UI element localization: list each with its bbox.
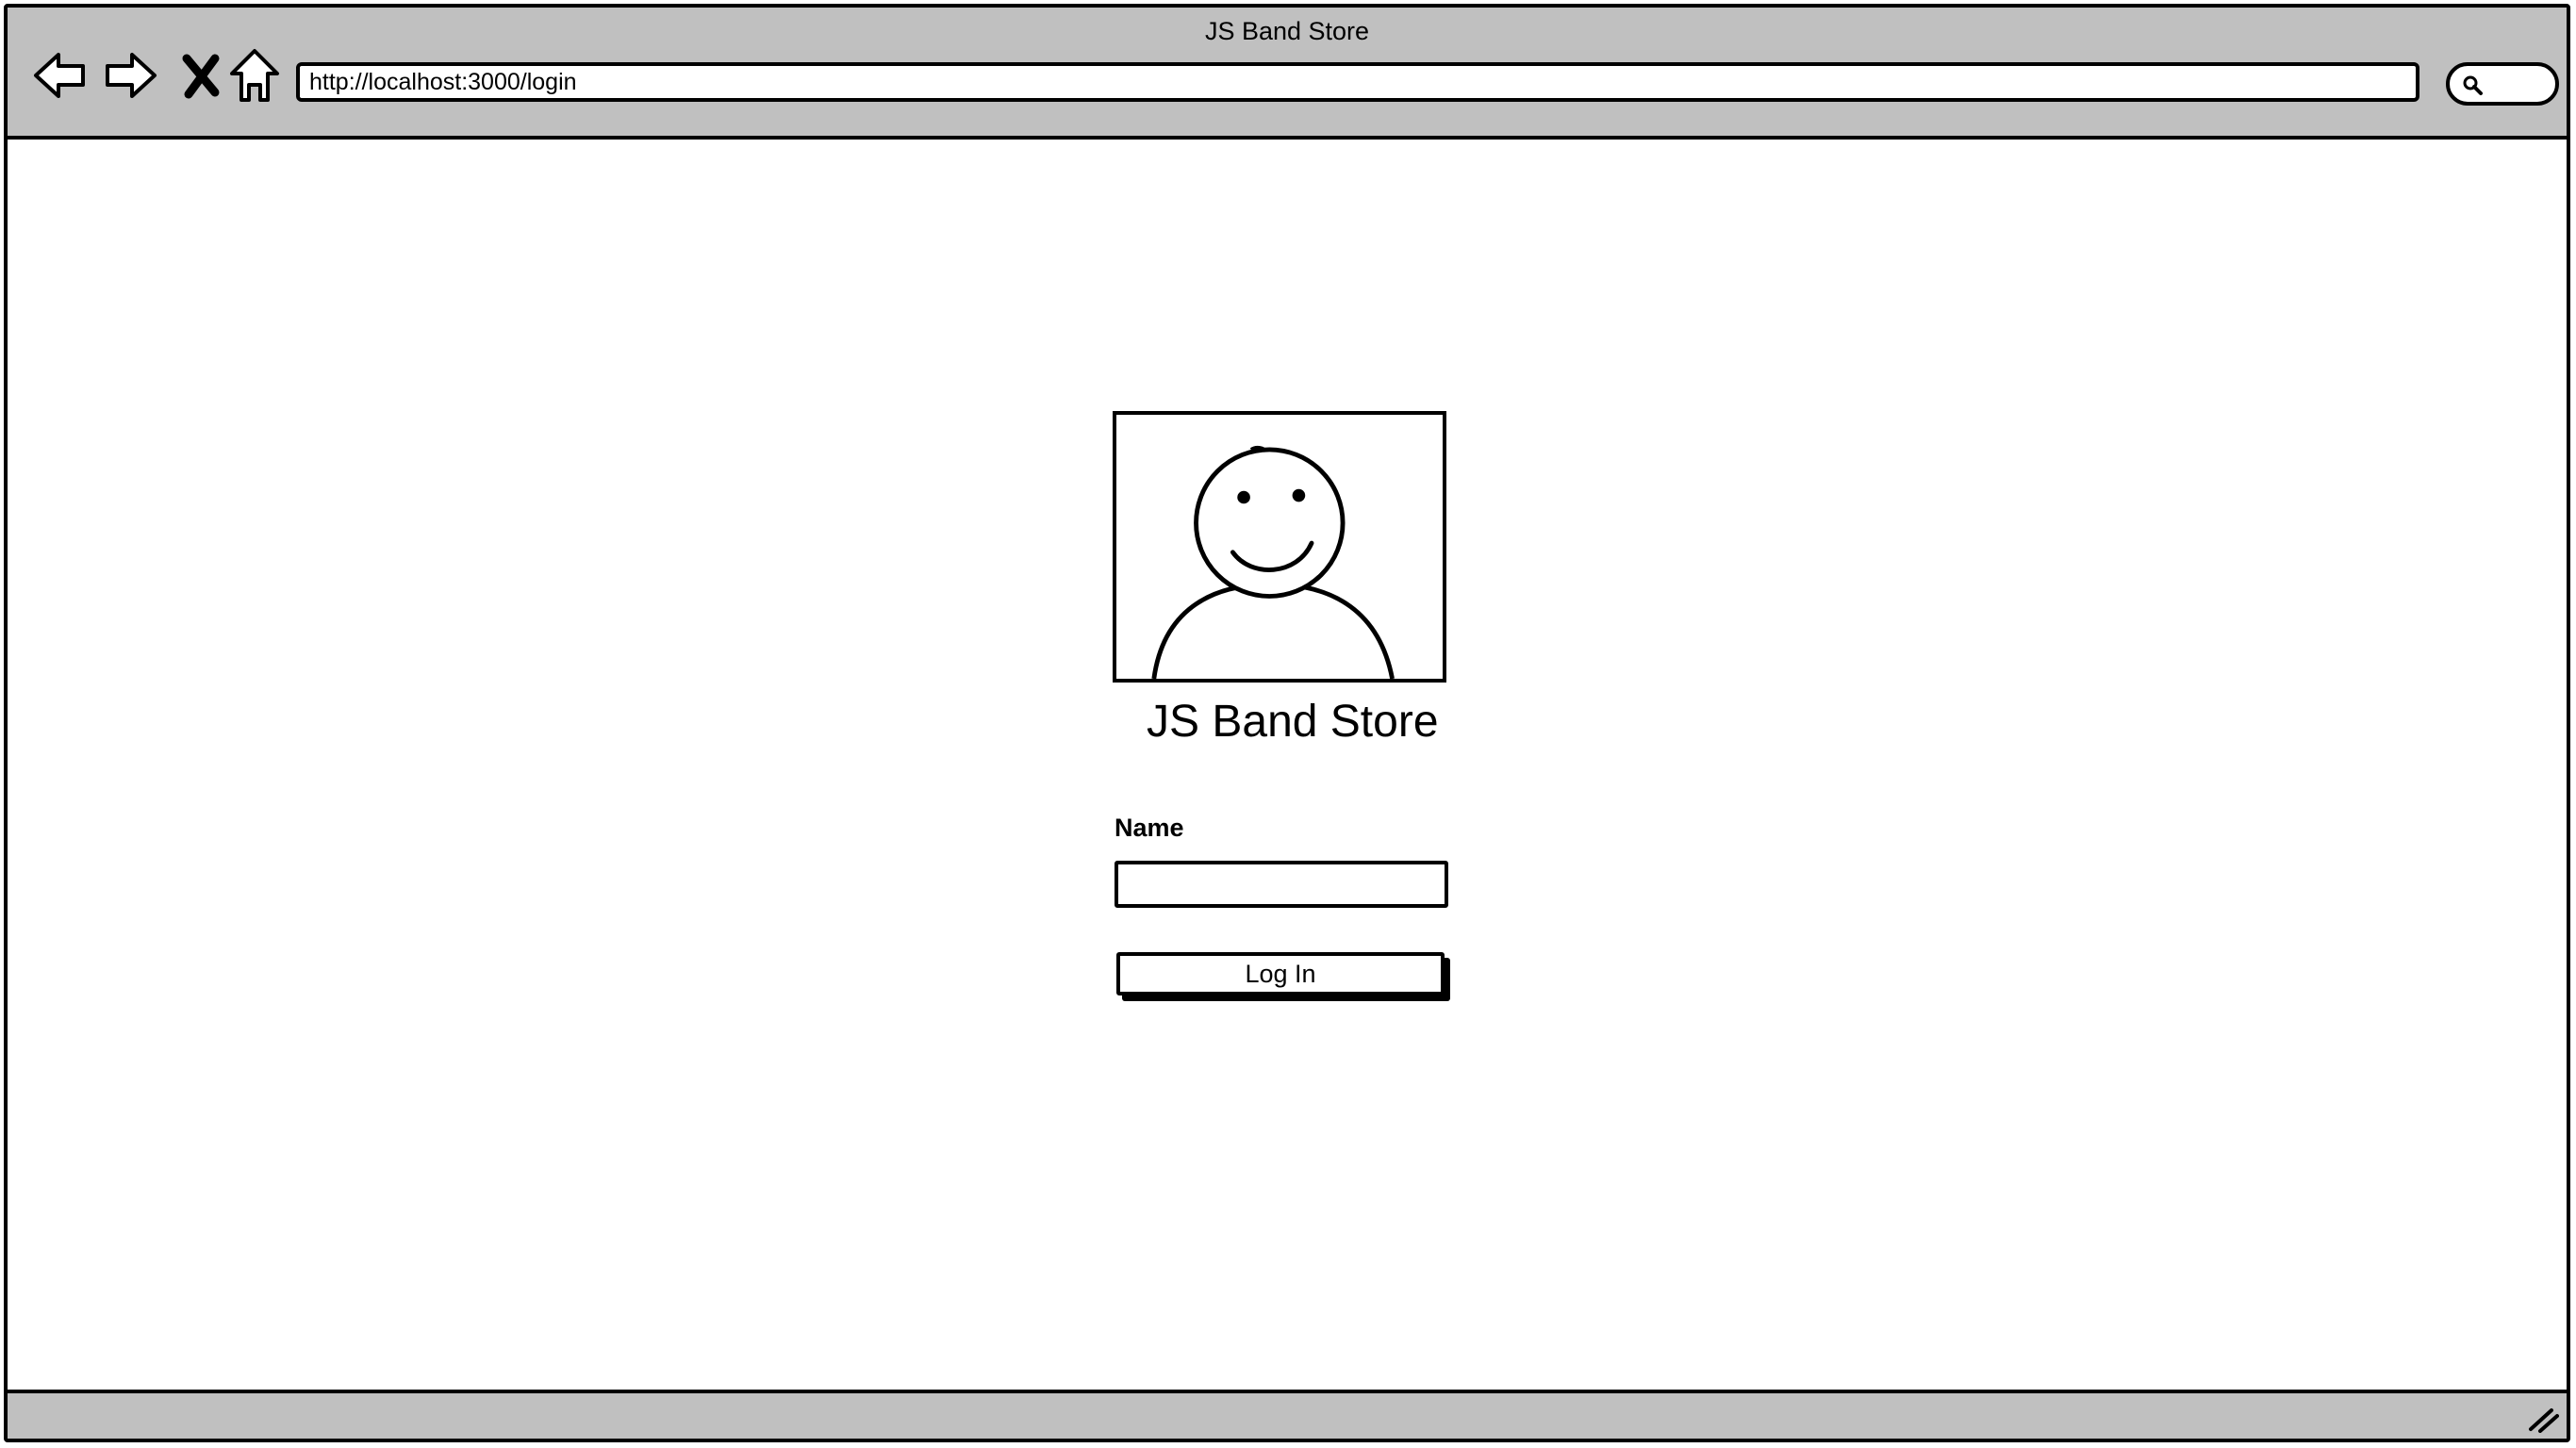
search-box[interactable] — [2446, 62, 2559, 106]
log-in-button[interactable]: Log In — [1116, 952, 1445, 996]
name-field[interactable] — [1115, 861, 1448, 908]
home-icon — [230, 49, 279, 102]
page-content: JS Band Store Name Log In — [8, 140, 2567, 1403]
resize-grip-icon — [2529, 1408, 2559, 1433]
avatar — [1113, 411, 1446, 683]
page-title: JS Band Store — [1147, 697, 1439, 747]
user-avatar-icon — [1151, 445, 1395, 679]
browser-toolbar: JS Band Store http://localhost:3000/logi… — [8, 8, 2567, 140]
status-bar — [8, 1390, 2567, 1439]
forward-button[interactable] — [100, 45, 160, 106]
back-arrow-icon — [34, 53, 85, 98]
window-title: JS Band Store — [1204, 17, 1370, 45]
forward-arrow-icon — [106, 53, 157, 98]
home-button[interactable] — [224, 45, 285, 106]
back-button[interactable] — [30, 45, 91, 106]
browser-window: JS Band Store http://localhost:3000/logi… — [4, 4, 2570, 1442]
name-label: Name — [1115, 814, 1184, 842]
url-bar[interactable]: http://localhost:3000/login — [296, 62, 2419, 102]
search-icon — [2463, 75, 2483, 95]
resize-handle[interactable] — [2527, 1405, 2559, 1433]
